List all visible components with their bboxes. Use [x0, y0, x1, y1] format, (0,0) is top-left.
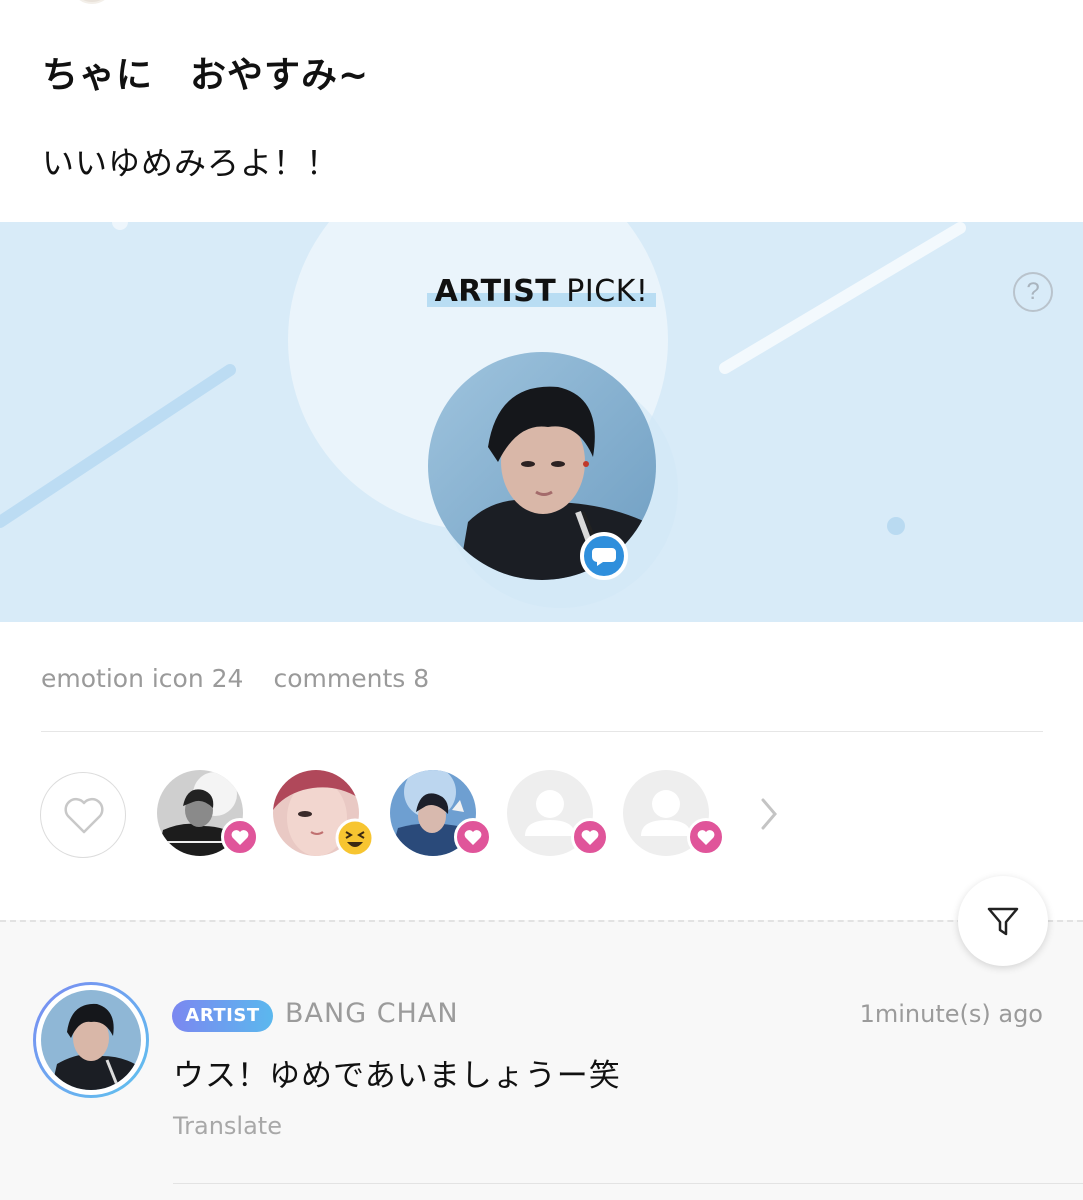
like-button[interactable]	[40, 772, 126, 858]
post: ちゃに おやすみ~ いいゆめみろよ！！	[0, 0, 1083, 222]
reactor-avatar[interactable]	[273, 770, 375, 858]
comment-bubble-icon	[580, 532, 628, 580]
heart-reaction-icon	[571, 818, 609, 856]
author-avatar[interactable]	[70, 0, 114, 4]
comment-count[interactable]: comments 8	[273, 664, 429, 693]
filter-icon	[987, 907, 1019, 936]
comment-text: ウス！ゆめであいましょうー笑	[173, 1058, 621, 1094]
heading-bold: ARTIST	[434, 274, 557, 309]
laughing-emoji-icon	[335, 818, 375, 858]
translate-link[interactable]: Translate	[173, 1112, 282, 1140]
reactor-avatar[interactable]	[157, 770, 259, 856]
post-body: いいゆめみろよ！！	[42, 144, 340, 182]
emotion-count[interactable]: emotion icon 24	[41, 664, 243, 693]
divider	[41, 731, 1043, 732]
comment-timestamp: 1minute(s) ago	[859, 1000, 1043, 1028]
comment-author[interactable]: BANG CHAN	[285, 998, 459, 1029]
divider	[173, 1183, 1083, 1184]
help-icon[interactable]: ?	[1013, 272, 1053, 312]
heading-rest: PICK!	[556, 274, 649, 309]
artist-pick-heading: ARTIST PICK!	[0, 274, 1083, 309]
heart-reaction-icon	[687, 818, 725, 856]
reactions-row	[0, 770, 1083, 860]
post-title: ちゃに おやすみ~	[42, 55, 370, 96]
artist-badge: ARTIST	[172, 1000, 273, 1032]
reactor-avatar[interactable]	[390, 770, 492, 856]
reactor-avatar-default[interactable]	[623, 770, 725, 856]
chevron-right-icon[interactable]	[755, 794, 783, 834]
post-stats: emotion icon 24 comments 8	[41, 664, 429, 693]
reactor-avatar-default[interactable]	[507, 770, 609, 856]
artist-pick-banner: ARTIST PICK! ?	[0, 222, 1083, 622]
heart-reaction-icon	[454, 818, 492, 856]
filter-button[interactable]	[958, 876, 1048, 966]
commenter-avatar[interactable]	[33, 982, 149, 1098]
heart-outline-icon	[64, 797, 104, 834]
heart-reaction-icon	[221, 818, 259, 856]
